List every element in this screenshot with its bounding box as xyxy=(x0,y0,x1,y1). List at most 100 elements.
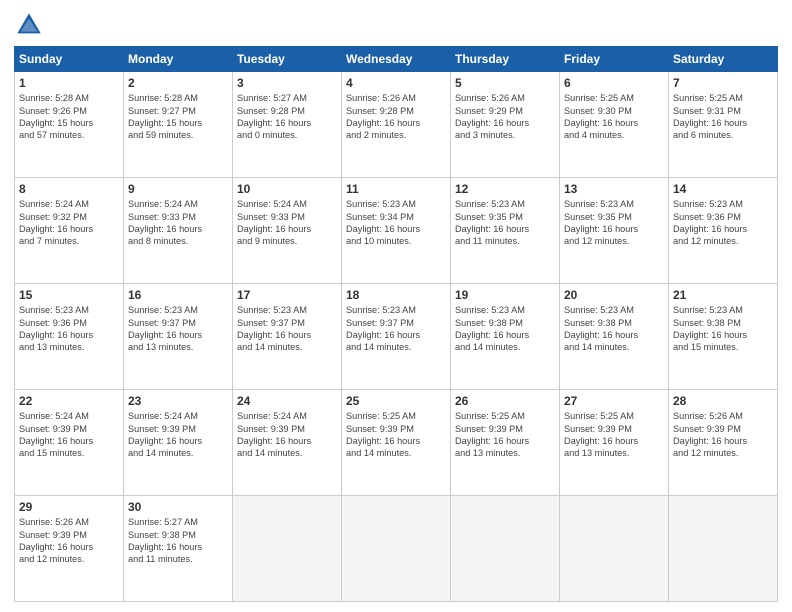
day-number: 23 xyxy=(128,393,228,409)
day-info: Sunrise: 5:26 AM Sunset: 9:28 PM Dayligh… xyxy=(346,92,446,142)
table-cell xyxy=(669,496,778,602)
col-sunday: Sunday xyxy=(15,47,124,72)
day-info: Sunrise: 5:23 AM Sunset: 9:34 PM Dayligh… xyxy=(346,198,446,248)
day-info: Sunrise: 5:25 AM Sunset: 9:31 PM Dayligh… xyxy=(673,92,773,142)
col-thursday: Thursday xyxy=(451,47,560,72)
day-info: Sunrise: 5:24 AM Sunset: 9:39 PM Dayligh… xyxy=(237,410,337,460)
table-cell: 18Sunrise: 5:23 AM Sunset: 9:37 PM Dayli… xyxy=(342,284,451,390)
table-cell: 21Sunrise: 5:23 AM Sunset: 9:38 PM Dayli… xyxy=(669,284,778,390)
table-cell: 15Sunrise: 5:23 AM Sunset: 9:36 PM Dayli… xyxy=(15,284,124,390)
table-cell: 10Sunrise: 5:24 AM Sunset: 9:33 PM Dayli… xyxy=(233,178,342,284)
table-cell: 5Sunrise: 5:26 AM Sunset: 9:29 PM Daylig… xyxy=(451,72,560,178)
table-cell: 16Sunrise: 5:23 AM Sunset: 9:37 PM Dayli… xyxy=(124,284,233,390)
day-info: Sunrise: 5:23 AM Sunset: 9:36 PM Dayligh… xyxy=(19,304,119,354)
table-row: 29Sunrise: 5:26 AM Sunset: 9:39 PM Dayli… xyxy=(15,496,778,602)
table-cell: 11Sunrise: 5:23 AM Sunset: 9:34 PM Dayli… xyxy=(342,178,451,284)
table-row: 1Sunrise: 5:28 AM Sunset: 9:26 PM Daylig… xyxy=(15,72,778,178)
day-number: 29 xyxy=(19,499,119,515)
col-tuesday: Tuesday xyxy=(233,47,342,72)
day-number: 13 xyxy=(564,181,664,197)
day-number: 11 xyxy=(346,181,446,197)
day-number: 16 xyxy=(128,287,228,303)
day-number: 3 xyxy=(237,75,337,91)
day-number: 12 xyxy=(455,181,555,197)
table-cell: 3Sunrise: 5:27 AM Sunset: 9:28 PM Daylig… xyxy=(233,72,342,178)
day-info: Sunrise: 5:23 AM Sunset: 9:35 PM Dayligh… xyxy=(564,198,664,248)
day-info: Sunrise: 5:24 AM Sunset: 9:32 PM Dayligh… xyxy=(19,198,119,248)
table-cell: 17Sunrise: 5:23 AM Sunset: 9:37 PM Dayli… xyxy=(233,284,342,390)
day-number: 7 xyxy=(673,75,773,91)
table-row: 8Sunrise: 5:24 AM Sunset: 9:32 PM Daylig… xyxy=(15,178,778,284)
day-number: 21 xyxy=(673,287,773,303)
table-cell: 30Sunrise: 5:27 AM Sunset: 9:38 PM Dayli… xyxy=(124,496,233,602)
day-number: 1 xyxy=(19,75,119,91)
day-info: Sunrise: 5:23 AM Sunset: 9:38 PM Dayligh… xyxy=(673,304,773,354)
day-info: Sunrise: 5:23 AM Sunset: 9:37 PM Dayligh… xyxy=(237,304,337,354)
table-cell xyxy=(560,496,669,602)
table-cell: 25Sunrise: 5:25 AM Sunset: 9:39 PM Dayli… xyxy=(342,390,451,496)
day-info: Sunrise: 5:26 AM Sunset: 9:29 PM Dayligh… xyxy=(455,92,555,142)
day-info: Sunrise: 5:28 AM Sunset: 9:26 PM Dayligh… xyxy=(19,92,119,142)
table-cell xyxy=(233,496,342,602)
table-cell xyxy=(342,496,451,602)
col-saturday: Saturday xyxy=(669,47,778,72)
day-info: Sunrise: 5:25 AM Sunset: 9:39 PM Dayligh… xyxy=(564,410,664,460)
day-info: Sunrise: 5:24 AM Sunset: 9:39 PM Dayligh… xyxy=(19,410,119,460)
table-cell: 4Sunrise: 5:26 AM Sunset: 9:28 PM Daylig… xyxy=(342,72,451,178)
calendar-header-row: Sunday Monday Tuesday Wednesday Thursday… xyxy=(15,47,778,72)
day-number: 6 xyxy=(564,75,664,91)
day-number: 27 xyxy=(564,393,664,409)
table-cell: 19Sunrise: 5:23 AM Sunset: 9:38 PM Dayli… xyxy=(451,284,560,390)
day-number: 9 xyxy=(128,181,228,197)
table-cell: 24Sunrise: 5:24 AM Sunset: 9:39 PM Dayli… xyxy=(233,390,342,496)
col-wednesday: Wednesday xyxy=(342,47,451,72)
day-number: 26 xyxy=(455,393,555,409)
day-info: Sunrise: 5:25 AM Sunset: 9:39 PM Dayligh… xyxy=(346,410,446,460)
day-info: Sunrise: 5:26 AM Sunset: 9:39 PM Dayligh… xyxy=(19,516,119,566)
day-info: Sunrise: 5:24 AM Sunset: 9:33 PM Dayligh… xyxy=(237,198,337,248)
table-row: 22Sunrise: 5:24 AM Sunset: 9:39 PM Dayli… xyxy=(15,390,778,496)
day-number: 24 xyxy=(237,393,337,409)
day-number: 15 xyxy=(19,287,119,303)
day-info: Sunrise: 5:23 AM Sunset: 9:37 PM Dayligh… xyxy=(128,304,228,354)
logo-icon xyxy=(14,10,44,40)
day-info: Sunrise: 5:27 AM Sunset: 9:38 PM Dayligh… xyxy=(128,516,228,566)
table-cell: 2Sunrise: 5:28 AM Sunset: 9:27 PM Daylig… xyxy=(124,72,233,178)
day-number: 20 xyxy=(564,287,664,303)
day-number: 18 xyxy=(346,287,446,303)
day-number: 25 xyxy=(346,393,446,409)
day-number: 28 xyxy=(673,393,773,409)
col-monday: Monday xyxy=(124,47,233,72)
day-info: Sunrise: 5:25 AM Sunset: 9:30 PM Dayligh… xyxy=(564,92,664,142)
table-cell xyxy=(451,496,560,602)
day-number: 17 xyxy=(237,287,337,303)
day-info: Sunrise: 5:28 AM Sunset: 9:27 PM Dayligh… xyxy=(128,92,228,142)
table-cell: 23Sunrise: 5:24 AM Sunset: 9:39 PM Dayli… xyxy=(124,390,233,496)
table-cell: 14Sunrise: 5:23 AM Sunset: 9:36 PM Dayli… xyxy=(669,178,778,284)
table-cell: 9Sunrise: 5:24 AM Sunset: 9:33 PM Daylig… xyxy=(124,178,233,284)
day-number: 5 xyxy=(455,75,555,91)
day-number: 4 xyxy=(346,75,446,91)
table-cell: 20Sunrise: 5:23 AM Sunset: 9:38 PM Dayli… xyxy=(560,284,669,390)
day-info: Sunrise: 5:24 AM Sunset: 9:39 PM Dayligh… xyxy=(128,410,228,460)
logo xyxy=(14,10,48,40)
table-cell: 22Sunrise: 5:24 AM Sunset: 9:39 PM Dayli… xyxy=(15,390,124,496)
day-number: 14 xyxy=(673,181,773,197)
day-info: Sunrise: 5:23 AM Sunset: 9:38 PM Dayligh… xyxy=(564,304,664,354)
day-info: Sunrise: 5:23 AM Sunset: 9:38 PM Dayligh… xyxy=(455,304,555,354)
day-number: 8 xyxy=(19,181,119,197)
day-number: 22 xyxy=(19,393,119,409)
table-cell: 13Sunrise: 5:23 AM Sunset: 9:35 PM Dayli… xyxy=(560,178,669,284)
day-info: Sunrise: 5:23 AM Sunset: 9:35 PM Dayligh… xyxy=(455,198,555,248)
table-cell: 26Sunrise: 5:25 AM Sunset: 9:39 PM Dayli… xyxy=(451,390,560,496)
calendar: Sunday Monday Tuesday Wednesday Thursday… xyxy=(14,46,778,602)
table-cell: 7Sunrise: 5:25 AM Sunset: 9:31 PM Daylig… xyxy=(669,72,778,178)
day-number: 10 xyxy=(237,181,337,197)
table-row: 15Sunrise: 5:23 AM Sunset: 9:36 PM Dayli… xyxy=(15,284,778,390)
table-cell: 1Sunrise: 5:28 AM Sunset: 9:26 PM Daylig… xyxy=(15,72,124,178)
table-cell: 27Sunrise: 5:25 AM Sunset: 9:39 PM Dayli… xyxy=(560,390,669,496)
table-cell: 12Sunrise: 5:23 AM Sunset: 9:35 PM Dayli… xyxy=(451,178,560,284)
day-info: Sunrise: 5:27 AM Sunset: 9:28 PM Dayligh… xyxy=(237,92,337,142)
day-number: 2 xyxy=(128,75,228,91)
day-info: Sunrise: 5:23 AM Sunset: 9:36 PM Dayligh… xyxy=(673,198,773,248)
